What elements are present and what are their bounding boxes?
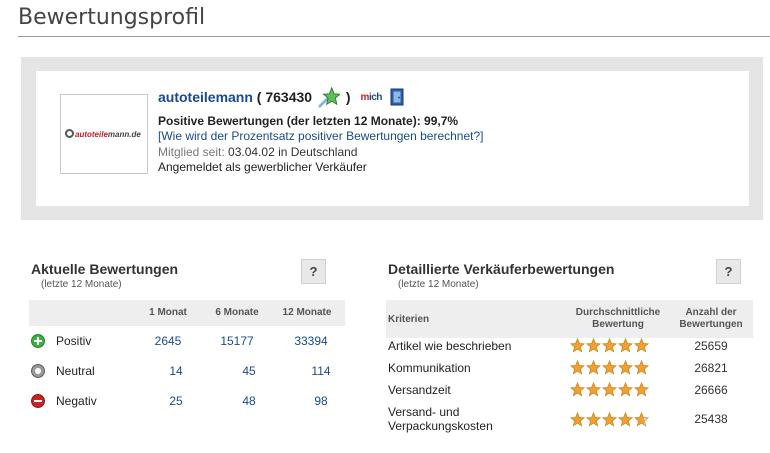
col-average-rating: Durchschnittliche Bewertung bbox=[575, 307, 661, 330]
detailed-ratings-help-button[interactable]: ? bbox=[716, 259, 741, 284]
positive-1-month[interactable]: 2645 bbox=[138, 334, 198, 348]
percentage-explanation-link[interactable]: [Wie wird der Prozentsatz positiver Bewe… bbox=[158, 129, 484, 143]
rating-star-icon bbox=[586, 412, 601, 427]
negative-icon bbox=[31, 394, 45, 408]
title-divider bbox=[18, 36, 770, 37]
count-shipping-costs: 25438 bbox=[694, 412, 728, 426]
member-since: Mitglied seit: 03.04.02 in Deutschland bbox=[158, 145, 358, 159]
rating-star-icon bbox=[586, 382, 601, 397]
neutral-label: Neutral bbox=[56, 364, 95, 378]
rating-star-icon bbox=[602, 360, 617, 375]
stars-item-described bbox=[570, 338, 649, 353]
stars-communication bbox=[570, 360, 649, 375]
store-door-icon[interactable] bbox=[390, 88, 404, 106]
feedback-score[interactable]: ( 763430 bbox=[253, 89, 316, 105]
rating-star-icon bbox=[618, 382, 633, 397]
rating-star-icon bbox=[570, 382, 585, 397]
logo-wordmark: autoteilemann.de bbox=[65, 128, 145, 142]
negative-12-months[interactable]: 98 bbox=[291, 394, 351, 408]
col-rating-count: Anzahl der Bewertungen bbox=[679, 307, 743, 330]
count-communication: 26821 bbox=[694, 361, 728, 375]
seller-name-link[interactable]: autoteilemann bbox=[158, 89, 253, 105]
rating-star-icon bbox=[570, 412, 585, 427]
rating-star-icon bbox=[570, 360, 585, 375]
neutral-12-months[interactable]: 114 bbox=[291, 364, 351, 378]
stars-shipping-costs bbox=[570, 412, 649, 427]
page-title: Bewertungsprofil bbox=[18, 5, 206, 30]
seller-type: Angemeldet als gewerblicher Verkäufer bbox=[158, 160, 367, 174]
current-ratings-subtitle: (letzte 12 Monate) bbox=[41, 279, 122, 290]
col-criteria: Kriterien bbox=[388, 314, 430, 325]
score-close: ) bbox=[341, 89, 351, 105]
negative-label: Negativ bbox=[56, 394, 97, 408]
seller-logo[interactable]: autoteilemann.de bbox=[60, 94, 148, 174]
count-shipping-time: 26666 bbox=[694, 383, 728, 397]
detailed-ratings-subtitle: (letzte 12 Monate) bbox=[398, 279, 479, 290]
rating-star-icon bbox=[634, 382, 649, 397]
rating-star-icon bbox=[634, 360, 649, 375]
current-ratings-help-button[interactable]: ? bbox=[301, 259, 326, 284]
logo-ring-icon bbox=[65, 129, 74, 138]
col-12-months: 12 Monate bbox=[282, 307, 332, 318]
neutral-icon bbox=[31, 364, 45, 378]
seller-line: autoteilemann ( 763430 ) mich bbox=[158, 86, 404, 108]
detailed-ratings-title: Detaillierte Verkäuferbewertungen bbox=[388, 261, 615, 277]
negative-6-months[interactable]: 48 bbox=[219, 394, 279, 408]
col-1-month: 1 Monat bbox=[149, 307, 187, 318]
neutral-1-month[interactable]: 14 bbox=[146, 364, 206, 378]
rating-star-icon bbox=[618, 412, 633, 427]
rating-star-icon bbox=[586, 338, 601, 353]
positive-12-months[interactable]: 33394 bbox=[281, 334, 341, 348]
current-ratings-title: Aktuelle Bewertungen bbox=[31, 261, 179, 277]
count-item-described: 25659 bbox=[694, 339, 728, 353]
positive-6-months[interactable]: 15177 bbox=[207, 334, 267, 348]
rating-star-icon bbox=[602, 412, 617, 427]
criterion-shipping-time: Versandzeit bbox=[388, 383, 451, 397]
positive-percentage: Positive Bewertungen (der letzten 12 Mon… bbox=[158, 114, 459, 128]
criterion-communication: Kommunikation bbox=[388, 361, 471, 375]
rating-star-icon bbox=[586, 360, 601, 375]
criterion-item-described: Artikel wie beschrieben bbox=[388, 339, 512, 353]
col-6-months: 6 Monate bbox=[215, 307, 259, 318]
neutral-6-months[interactable]: 45 bbox=[219, 364, 279, 378]
positive-icon bbox=[31, 334, 45, 348]
positive-label: Positiv bbox=[56, 334, 92, 348]
rating-star-icon bbox=[570, 338, 585, 353]
rating-star-icon bbox=[634, 412, 649, 427]
rating-star-icon bbox=[602, 338, 617, 353]
rating-star-icon bbox=[618, 338, 633, 353]
rating-star-icon bbox=[634, 338, 649, 353]
rating-star-icon bbox=[618, 360, 633, 375]
criterion-shipping-costs: Versand- und Verpackungskosten bbox=[388, 405, 493, 433]
me-page-icon[interactable]: mich bbox=[361, 92, 383, 103]
rating-star-icon bbox=[602, 382, 617, 397]
stars-shipping-time bbox=[570, 382, 649, 397]
feedback-star-icon bbox=[318, 86, 340, 108]
negative-1-month[interactable]: 25 bbox=[146, 394, 206, 408]
